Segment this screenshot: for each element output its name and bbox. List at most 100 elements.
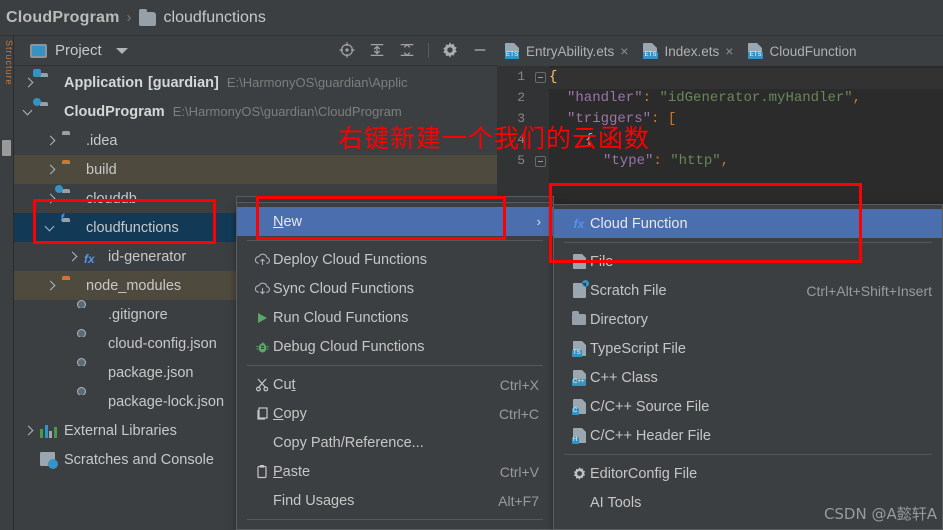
- json-file-icon: [77, 358, 102, 381]
- copy-icon: [251, 406, 273, 421]
- tree-row-label: build: [86, 161, 117, 178]
- code-line: {: [549, 69, 557, 85]
- editor-tab[interactable]: ETS Index.ets ×: [635, 36, 740, 66]
- tree-row-label: cloudfunctions: [86, 219, 179, 236]
- select-opened-file-icon[interactable]: [338, 41, 356, 59]
- tool-window-chip-icon[interactable]: [2, 140, 11, 156]
- chevron-right-icon[interactable]: [44, 134, 58, 148]
- menu-item-label: EditorConfig File: [590, 465, 698, 482]
- tab-close-icon[interactable]: ×: [725, 44, 733, 58]
- project-panel-title-group[interactable]: Project: [14, 42, 128, 59]
- menu-item[interactable]: Deploy Cloud Functions: [237, 245, 553, 274]
- menu-item-label: Copy Path/Reference...: [273, 434, 424, 451]
- menu-item-label: Directory: [590, 311, 649, 328]
- menu-item[interactable]: File: [554, 247, 942, 276]
- scratch-file-icon: [568, 280, 590, 298]
- menu-item[interactable]: TS TypeScript File: [554, 334, 942, 363]
- editor-tab-bar: ETS EntryAbility.ets × ETS Index.ets × ETS Clou…: [497, 36, 943, 66]
- menu-item[interactable]: C++ C++ Class: [554, 363, 942, 392]
- settings-gear-icon[interactable]: [441, 41, 459, 59]
- breadcrumb-folder[interactable]: cloudfunctions: [164, 9, 266, 27]
- menu-item[interactable]: Copy Path/Reference...: [237, 428, 553, 457]
- menu-item-label: File: [590, 253, 614, 270]
- chevron-right-icon[interactable]: [22, 424, 36, 438]
- chevron-right-icon[interactable]: [44, 279, 58, 293]
- expand-all-icon[interactable]: [368, 41, 386, 59]
- chevron-down-icon[interactable]: [44, 221, 58, 235]
- project-panel-toolbar: [338, 41, 489, 59]
- chevron-down-icon[interactable]: [22, 105, 36, 119]
- fx-icon: fx: [573, 216, 585, 231]
- editor-tab[interactable]: ETS EntryAbility.ets ×: [497, 36, 635, 66]
- menu-item-label: Find Usages: [273, 492, 355, 509]
- menu-item[interactable]: Debug Cloud Functions: [237, 332, 553, 361]
- breadcrumb-project[interactable]: CloudProgram: [6, 9, 120, 27]
- menu-item[interactable]: Scratch File Ctrl+Alt+Shift+Insert: [554, 276, 942, 305]
- menu-item[interactable]: Sync Cloud Functions: [237, 274, 553, 303]
- hide-panel-icon[interactable]: [471, 41, 489, 59]
- menu-item[interactable]: Directory: [554, 305, 942, 334]
- tree-row-label: CloudProgram: [64, 103, 165, 120]
- tree-row-label: clouddb: [86, 190, 137, 207]
- menu-item-label: C/C++ Header File: [590, 427, 711, 444]
- tree-row[interactable]: Application [guardian] E:\HarmonyOS\guardi…: [14, 68, 497, 97]
- menu-item-label: Deploy Cloud Functions: [273, 251, 427, 268]
- project-panel-title: Project: [55, 42, 102, 59]
- left-tool-window-bar[interactable]: Structure: [0, 36, 14, 530]
- editor-tab[interactable]: ETS CloudFunction: [740, 36, 863, 66]
- chevron-right-icon[interactable]: [44, 192, 58, 206]
- menu-item-shortcut: Ctrl+C: [498, 405, 539, 422]
- code-token: : [: [651, 111, 677, 127]
- cpp-class-icon: C++: [568, 370, 590, 386]
- line-number: 2: [517, 90, 525, 105]
- scissors-icon: [251, 377, 273, 392]
- menu-item[interactable]: Paste Ctrl+V: [237, 457, 553, 486]
- menu-item[interactable]: New ›: [237, 207, 553, 236]
- c-source-file-icon: C: [568, 399, 590, 415]
- json-file-icon: [77, 329, 102, 352]
- module-folder-icon: [33, 68, 58, 91]
- menu-item[interactable]: Find Usages Alt+F7: [237, 486, 553, 515]
- menu-item-shortcut: Ctrl+Alt+Shift+Insert: [806, 282, 932, 299]
- submenu-arrow-icon: ›: [536, 214, 541, 229]
- chevron-right-icon[interactable]: [44, 163, 58, 177]
- fold-toggle-icon[interactable]: [535, 72, 546, 83]
- chevron-right-icon[interactable]: [22, 76, 36, 90]
- tree-row-path: E:\HarmonyOS\guardian\CloudProgram: [172, 104, 402, 119]
- menu-item-label: TypeScript File: [590, 340, 686, 357]
- editor-tab-label: Index.ets: [664, 43, 720, 59]
- menu-item-label: Debug Cloud Functions: [273, 338, 425, 355]
- chevron-right-icon[interactable]: [66, 250, 80, 264]
- folder-icon: [138, 8, 156, 26]
- collapse-all-icon[interactable]: [398, 41, 416, 59]
- cloudfunctions-folder-icon: f: [60, 213, 64, 224]
- breadcrumb-separator-icon: ›: [126, 9, 132, 26]
- fold-toggle-icon[interactable]: [535, 156, 546, 167]
- menu-item-label: Scratch File: [590, 282, 667, 299]
- code-token: "type": [603, 153, 654, 169]
- tab-close-icon[interactable]: ×: [620, 44, 628, 58]
- menu-item-shortcut: Alt+F7: [498, 492, 539, 509]
- menu-item[interactable]: Copy Ctrl+C: [237, 399, 553, 428]
- menu-item[interactable]: Cut Ctrl+X: [237, 370, 553, 399]
- menu-item[interactable]: H C/C++ Header File: [554, 421, 942, 450]
- ets-file-icon: ETS: [643, 43, 658, 59]
- run-play-icon: [251, 311, 273, 325]
- menu-item[interactable]: Run Cloud Functions: [237, 303, 553, 332]
- cloud-upload-icon: [251, 252, 273, 267]
- menu-item-label: Cloud Function: [590, 215, 688, 232]
- ide-window: CloudProgram › cloudfunctions Structure …: [0, 0, 943, 530]
- menu-item[interactable]: C C/C++ Source File: [554, 392, 942, 421]
- menu-item-label: C/C++ Source File: [590, 398, 710, 415]
- tree-row[interactable]: build: [14, 155, 497, 184]
- chevron-down-icon[interactable]: [115, 47, 128, 54]
- menu-item[interactable]: EditorConfig File: [554, 459, 942, 488]
- editor-tab-label: EntryAbility.ets: [526, 43, 615, 59]
- menu-item[interactable]: fx Cloud Function: [554, 209, 942, 238]
- menu-item-label: Cut: [273, 376, 296, 393]
- breadcrumb: CloudProgram › cloudfunctions: [0, 0, 943, 36]
- tree-row-label: .gitignore: [108, 306, 168, 323]
